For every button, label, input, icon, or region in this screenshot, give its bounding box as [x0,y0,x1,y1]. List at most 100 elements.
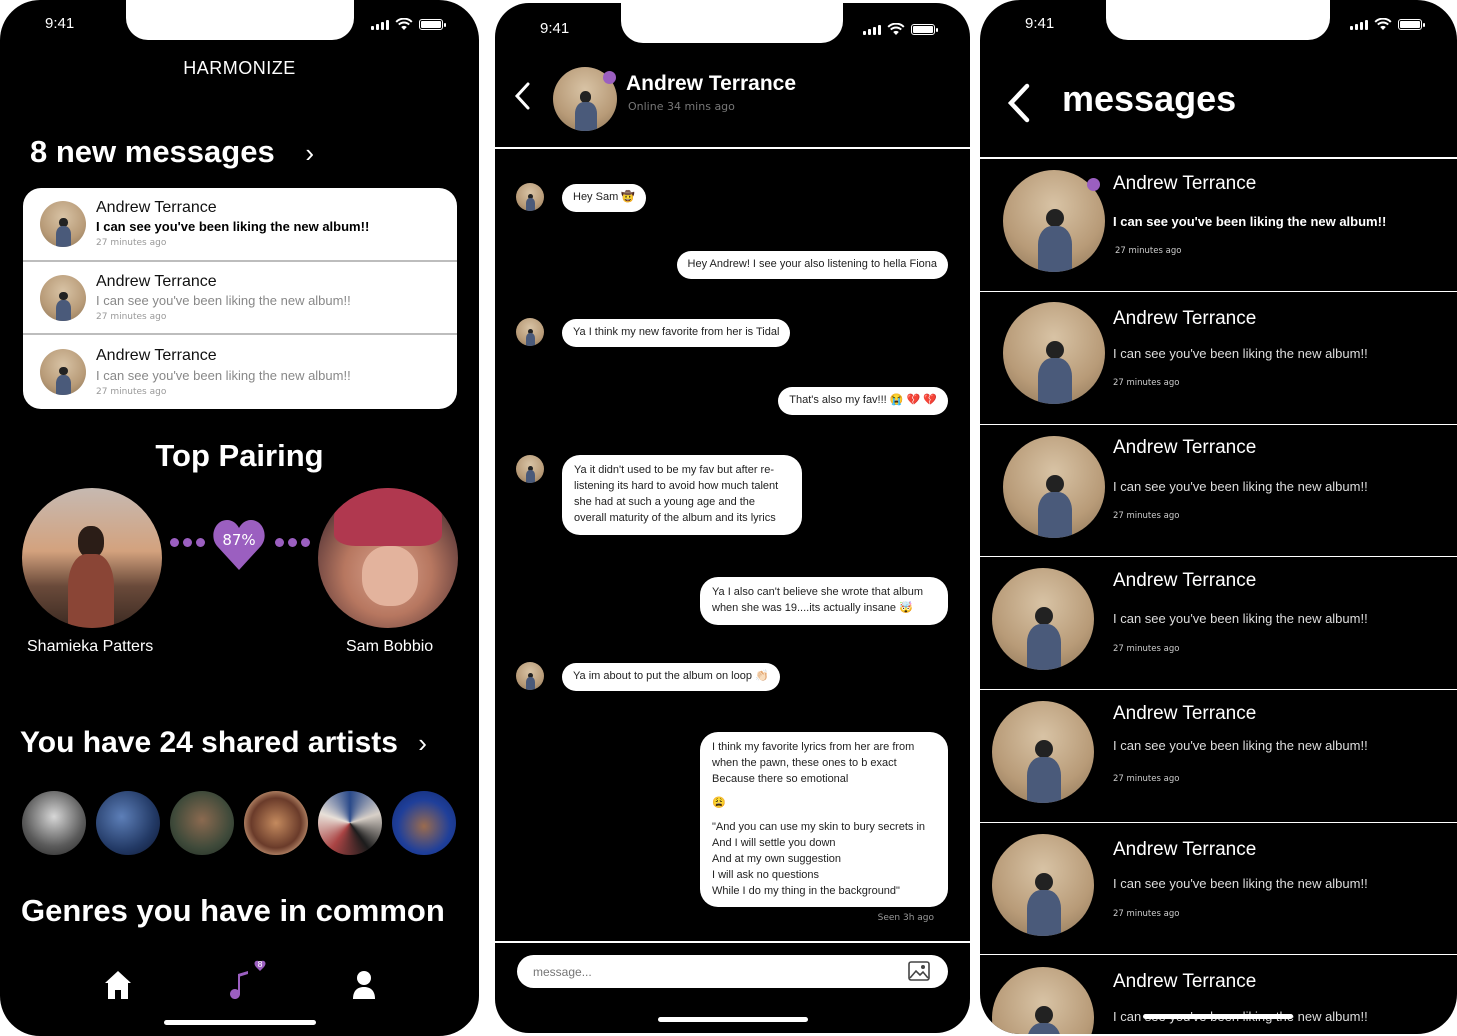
user-photo-left[interactable] [22,488,162,628]
top-pairing-heading: Top Pairing [155,438,324,473]
profile-icon[interactable] [352,970,376,1000]
artist-avatar[interactable] [244,791,308,855]
avatar [1003,436,1105,538]
artist-avatar[interactable] [170,791,234,855]
back-icon[interactable] [513,81,531,111]
home-icon[interactable] [104,970,132,1000]
avatar [516,455,544,483]
chat-bubble-sent: Hey Andrew! I see your also listening to… [676,251,948,279]
message-time: 27 minutes ago [96,312,167,323]
new-messages-heading[interactable]: 8 new messages › [30,134,314,170]
online-indicator [603,71,616,84]
page-title: messages [1062,78,1237,119]
message-snippet: I can see you've been liking the new alb… [96,219,370,235]
home-screen: 9:41 HARMONIZE 8 new messages › Andrew T… [0,0,479,1036]
notch [126,0,354,40]
contact-name: Andrew Terrance [626,72,796,95]
status-icons [371,18,446,31]
back-icon[interactable] [1005,82,1031,124]
input-divider [495,941,970,943]
user-photo-right[interactable] [318,488,458,628]
pairing-dots-left [170,538,205,547]
conversation-snippet: I can see you've been liking the new alb… [1113,611,1368,626]
conversation-row[interactable]: Andrew Terrance I can see you've been li… [980,425,1457,557]
artist-avatar[interactable] [22,791,86,855]
avatar [516,662,544,690]
message-input-box[interactable] [517,955,948,988]
avatar [992,967,1094,1034]
message-sender: Andrew Terrance [96,347,217,365]
chat-screen: 9:41 Andrew Terrance Online 34 mins ago … [495,3,970,1033]
conversation-time: 27 minutes ago [1113,909,1180,919]
conversation-name: Andrew Terrance [1113,308,1257,329]
battery-icon [911,24,938,35]
new-messages-card: Andrew Terrance I can see you've been li… [23,188,457,409]
conversation-time: 27 minutes ago [1113,644,1180,654]
message-preview[interactable]: Andrew Terrance I can see you've been li… [23,188,457,262]
conversation-row[interactable]: Andrew Terrance I can see you've been li… [980,690,1457,823]
battery-icon [419,19,446,30]
conversation-row[interactable]: Andrew Terrance I can see you've been li… [980,159,1457,292]
contact-status: Online 34 mins ago [628,100,735,113]
message-preview[interactable]: Andrew Terrance I can see you've been li… [23,262,457,336]
status-time: 9:41 [45,15,75,32]
message-input[interactable] [533,962,893,982]
chat-bubble-sent: Ya I also can't believe she wrote that a… [700,577,948,625]
new-messages-label: 8 new messages [30,134,275,169]
pair-name-left: Shamieka Patters [27,638,154,655]
artist-avatar[interactable] [318,791,382,855]
wifi-icon [1374,18,1392,30]
conversation-time: 27 minutes ago [1113,511,1180,521]
battery-icon [1398,19,1425,30]
header-divider [495,147,970,149]
chat-bubble-received: Hey Sam 🤠 [562,184,646,212]
artist-avatar[interactable] [96,791,160,855]
message-preview[interactable]: Andrew Terrance I can see you've been li… [23,335,457,409]
lyric-line: And at my own suggestion [712,852,842,865]
lyric-line: I will ask no questions [712,868,819,881]
conversation-row[interactable]: Andrew Terrance I can see you've been li… [980,955,1457,1034]
logo-text: HARMONIZE [183,58,296,78]
lyric-line: "And you can use my skin to bury secrets… [712,820,926,833]
wifi-icon [395,18,413,30]
shared-artists-label: You have 24 shared artists [20,726,398,759]
lyric-line: While I do my thing in the background" [712,884,900,897]
avatar [40,349,86,396]
conversation-row[interactable]: Andrew Terrance I can see you've been li… [980,292,1457,425]
message-snippet: I can see you've been liking the new alb… [96,293,351,309]
chat-bubble-sent: I think my favorite lyrics from her are … [700,732,948,908]
notch [621,3,843,43]
chat-bubble-sent: That's also my fav!!! 😭 💔 💔 [778,387,948,415]
home-indicator [658,1017,808,1022]
signal-icon [1350,19,1368,30]
conversation-row[interactable]: Andrew Terrance I can see you've been li… [980,823,1457,955]
conversation-name: Andrew Terrance [1113,173,1257,194]
app-logo: HARMONIZE [0,58,479,79]
artist-avatar[interactable] [392,791,456,855]
avatar [40,274,86,321]
avatar [992,834,1094,936]
conversation-time: 27 minutes ago [1113,774,1180,784]
avatar [1003,302,1105,404]
conversation-snippet: I can see you've been liking the new alb… [1113,479,1368,494]
pair-name-right: Sam Bobbio [346,638,434,655]
conversation-row[interactable]: Andrew Terrance I can see you've been li… [980,557,1457,690]
conversation-time: 27 minutes ago [1115,246,1182,256]
notch [1106,0,1330,40]
chevron-right-icon: › [418,728,427,758]
lyric-line: I think my favorite lyrics from her are … [712,741,915,753]
conversation-name: Andrew Terrance [1113,971,1257,992]
chevron-right-icon: › [305,138,314,168]
conversation-snippet: I can see you've been liking the new alb… [1113,214,1387,229]
shared-artists-heading[interactable]: You have 24 shared artists › [20,726,427,760]
signal-icon [371,19,389,30]
conversation-snippet: I can see you've been liking the new alb… [1113,876,1368,891]
unread-indicator [1087,178,1100,191]
message-time: 27 minutes ago [96,386,167,397]
conversation-time: 27 minutes ago [1113,378,1180,388]
chat-bubble-received: Ya it didn't used to be my fav but after… [562,455,802,535]
avatar [516,183,544,211]
image-icon[interactable] [908,961,930,981]
message-snippet: I can see you've been liking the new alb… [96,367,351,383]
music-badge: 8 [257,960,263,969]
